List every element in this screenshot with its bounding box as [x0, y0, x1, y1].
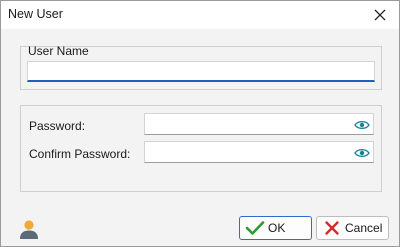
dialog-title: New User — [8, 7, 63, 21]
show-password-eye-icon[interactable] — [353, 119, 371, 131]
username-input[interactable] — [27, 61, 375, 82]
password-label: Password: — [29, 119, 86, 133]
confirm-password-input[interactable] — [144, 141, 374, 163]
close-button[interactable] — [367, 4, 393, 26]
new-user-dialog: New User User Name Password: Confirm Pas… — [0, 0, 400, 247]
user-icon — [18, 218, 40, 240]
close-icon — [374, 9, 386, 21]
ok-button-label: OK — [268, 221, 286, 235]
checkmark-icon — [245, 218, 265, 238]
x-mark-icon — [322, 218, 342, 238]
confirm-password-label: Confirm Password: — [29, 147, 131, 161]
title-bar: New User — [1, 1, 399, 29]
cancel-button-label: Cancel — [345, 221, 383, 235]
ok-button[interactable]: OK — [239, 216, 312, 240]
cancel-button[interactable]: Cancel — [316, 216, 389, 240]
show-confirm-password-eye-icon[interactable] — [353, 147, 371, 159]
username-label: User Name — [28, 44, 89, 58]
password-input[interactable] — [144, 113, 374, 135]
